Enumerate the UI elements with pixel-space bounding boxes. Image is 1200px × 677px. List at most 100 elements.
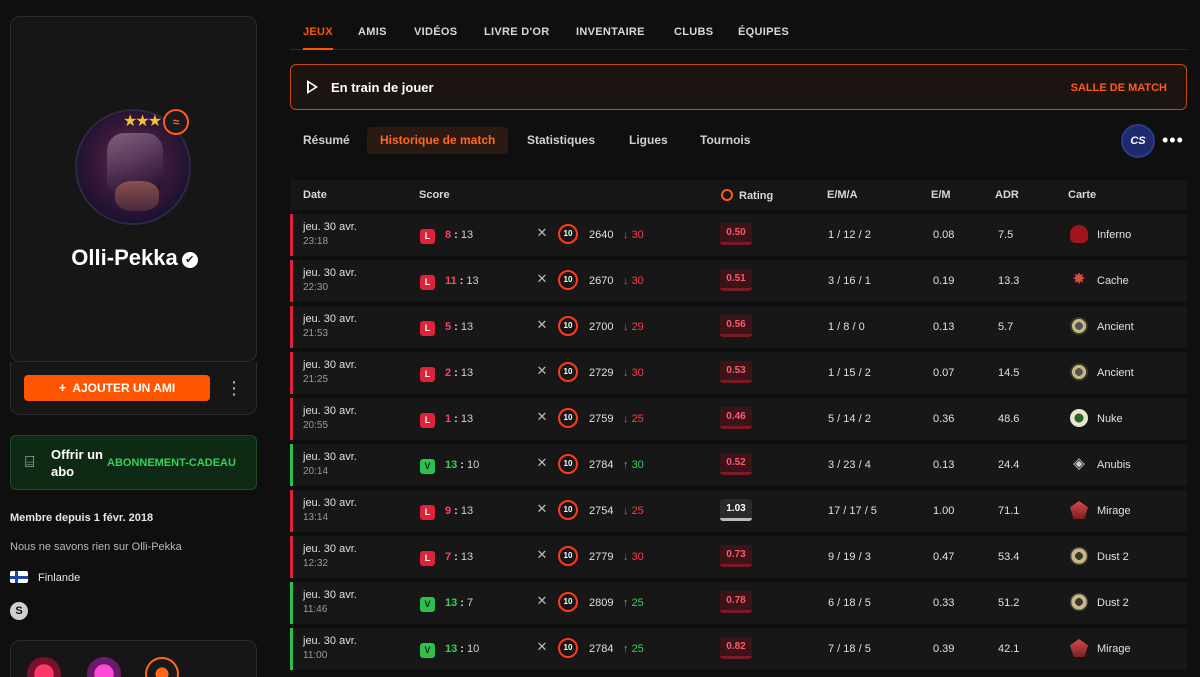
header-kda[interactable]: E/M/A xyxy=(827,189,858,201)
header-date[interactable]: Date xyxy=(303,189,327,201)
header-kd[interactable]: E/M xyxy=(931,189,951,201)
tab-livre-dor[interactable]: LIVRE D'OR xyxy=(484,26,550,38)
score-separator: : xyxy=(451,413,461,425)
subtab-resume[interactable]: Résumé xyxy=(290,127,363,154)
map-name: Inferno xyxy=(1097,229,1132,241)
table-row[interactable]: jeu. 30 avr. 20:14 V 13 : 10 ✕ 10 2784 ↑ 30 0.52… xyxy=(290,444,1187,486)
table-row[interactable]: jeu. 30 avr. 11:00 V 13 : 10 ✕ 10 2784 ↑ 25 0.82… xyxy=(290,628,1187,670)
tab-videos[interactable]: VIDÉOS xyxy=(414,26,457,38)
cs-game-icon[interactable]: CS xyxy=(1121,124,1155,158)
match-date: jeu. 30 avr. xyxy=(303,313,357,325)
table-row[interactable]: jeu. 30 avr. 12:32 L 7 : 13 ✕ 10 2779 ↓ 30 0.73 9… xyxy=(290,536,1187,578)
table-row[interactable]: jeu. 30 avr. 21:25 L 2 : 13 ✕ 10 2729 ↓ 30 0.53 1… xyxy=(290,352,1187,394)
kd-value: 0.47 xyxy=(933,551,955,563)
more-options-icon[interactable]: ⋮ xyxy=(225,374,243,402)
tab-inventaire[interactable]: INVENTAIRE xyxy=(576,26,645,38)
steam-icon[interactable]: S xyxy=(10,602,28,620)
elo-delta-value: 25 xyxy=(631,597,644,609)
rank-chevron-icon: ≈ xyxy=(163,109,189,135)
elo-value: 2784 xyxy=(589,459,614,471)
add-friend-button[interactable]: + AJOUTER UN AMI xyxy=(24,375,210,401)
level-badge: 10 xyxy=(558,408,578,428)
elo-change: ↑ 25 xyxy=(623,597,644,609)
subtab-leagues[interactable]: Ligues xyxy=(616,127,681,154)
table-row[interactable]: jeu. 30 avr. 23:18 L 8 : 13 ✕ 10 2640 ↓ 30 0.50 1… xyxy=(290,214,1187,256)
match-time: 20:55 xyxy=(303,420,329,431)
team-score: 13 xyxy=(445,643,458,655)
table-row[interactable]: jeu. 30 avr. 21:53 L 5 : 13 ✕ 10 2700 ↓ 29 0.56 1… xyxy=(290,306,1187,348)
arrow-up-icon: ↑ xyxy=(623,643,629,655)
map-name: Nuke xyxy=(1097,413,1123,425)
opponent-score: 13 xyxy=(460,321,474,333)
map-name: Ancient xyxy=(1097,321,1134,333)
add-friend-label: AJOUTER UN AMI xyxy=(72,381,176,395)
rating-badge: 1.03 xyxy=(720,499,752,521)
opponent-score: 13 xyxy=(460,505,474,517)
badges-card xyxy=(10,640,257,677)
gift-subscription-card[interactable]: ⌸ Offrir un abo ABONNEMENT-CADEAU xyxy=(10,435,257,490)
match-score: 13 : 7 xyxy=(445,597,473,609)
anubis-icon: ◈ xyxy=(1073,455,1085,472)
map-name: Mirage xyxy=(1097,505,1131,517)
match-date: jeu. 30 avr. xyxy=(303,267,357,279)
table-row[interactable]: jeu. 30 avr. 13:14 L 9 : 13 ✕ 10 2754 ↓ 25 1.03 1… xyxy=(290,490,1187,532)
match-time: 11:46 xyxy=(303,604,328,615)
kd-value: 0.13 xyxy=(933,321,955,333)
tab-jeux[interactable]: JEUX xyxy=(303,26,333,38)
level-badge: 10 xyxy=(558,224,578,244)
rating-badge: 0.78 xyxy=(720,591,752,613)
match-time: 11:00 xyxy=(303,650,328,661)
tab-amis[interactable]: AMIS xyxy=(358,26,387,38)
badge-icon[interactable] xyxy=(87,657,121,677)
cache-icon: ✸ xyxy=(1072,271,1086,288)
swords-icon: ✕ xyxy=(536,363,548,378)
adr-value: 48.6 xyxy=(998,413,1020,425)
header-rating[interactable]: Rating xyxy=(721,189,773,202)
team-score: 13 xyxy=(445,597,458,609)
kda-value: 1 / 8 / 0 xyxy=(828,321,865,333)
result-badge: L xyxy=(420,229,435,244)
score-separator: : xyxy=(451,367,461,379)
header-score[interactable]: Score xyxy=(419,189,450,201)
opponent-score: 10 xyxy=(467,643,480,655)
table-row[interactable]: jeu. 30 avr. 22:30 L 11 : 13 ✕ 10 2670 ↓ 30 0.51… xyxy=(290,260,1187,302)
table-row[interactable]: jeu. 30 avr. 20:55 L 1 : 13 ✕ 10 2759 ↓ 25 0.46 5… xyxy=(290,398,1187,440)
elo-delta-value: 25 xyxy=(631,505,644,517)
tab-clubs[interactable]: CLUBS xyxy=(674,26,713,38)
match-score: 7 : 13 xyxy=(445,551,473,563)
elo-delta-value: 25 xyxy=(631,413,644,425)
level-badge: 10 xyxy=(558,362,578,382)
result-badge: L xyxy=(420,321,435,336)
score-separator: : xyxy=(457,597,468,609)
more-horizontal-icon[interactable]: ••• xyxy=(1162,127,1184,153)
swords-icon: ✕ xyxy=(536,455,548,470)
header-map[interactable]: Carte xyxy=(1068,189,1096,201)
opponent-score: 13 xyxy=(466,275,479,287)
level-badge: 10 xyxy=(558,592,578,612)
level-badge: 10 xyxy=(558,316,578,336)
match-room-link[interactable]: SALLE DE MATCH xyxy=(1071,82,1167,94)
gift-subscription-link[interactable]: ABONNEMENT-CADEAU xyxy=(107,457,236,469)
opponent-score: 13 xyxy=(460,413,474,425)
opponent-score: 13 xyxy=(460,367,474,379)
elo-change: ↓ 29 xyxy=(623,321,644,333)
badge-icon[interactable] xyxy=(145,657,179,677)
header-adr[interactable]: ADR xyxy=(995,189,1019,201)
about-text: Nous ne savons rien sur Olli-Pekka xyxy=(10,541,182,553)
subtab-match-history[interactable]: Historique de match xyxy=(367,127,509,154)
subtab-stats[interactable]: Statistiques xyxy=(514,127,608,154)
elo-delta-value: 30 xyxy=(631,551,644,563)
table-row[interactable]: jeu. 30 avr. 11:46 V 13 : 7 ✕ 10 2809 ↑ 25 0.78 6… xyxy=(290,582,1187,624)
badge-icon[interactable] xyxy=(27,657,61,677)
rating-badge: 0.53 xyxy=(720,361,752,383)
tab-equipes[interactable]: ÉQUIPES xyxy=(738,26,789,38)
subtab-tournaments[interactable]: Tournois xyxy=(687,127,763,154)
inferno-icon xyxy=(1070,225,1088,243)
ancient-icon xyxy=(1070,363,1088,381)
result-badge: L xyxy=(420,505,435,520)
rating-badge: 0.56 xyxy=(720,315,752,337)
elo-delta-value: 30 xyxy=(631,275,644,287)
rating-badge: 0.82 xyxy=(720,637,752,659)
result-badge: V xyxy=(420,597,435,612)
level-badge: 10 xyxy=(558,454,578,474)
